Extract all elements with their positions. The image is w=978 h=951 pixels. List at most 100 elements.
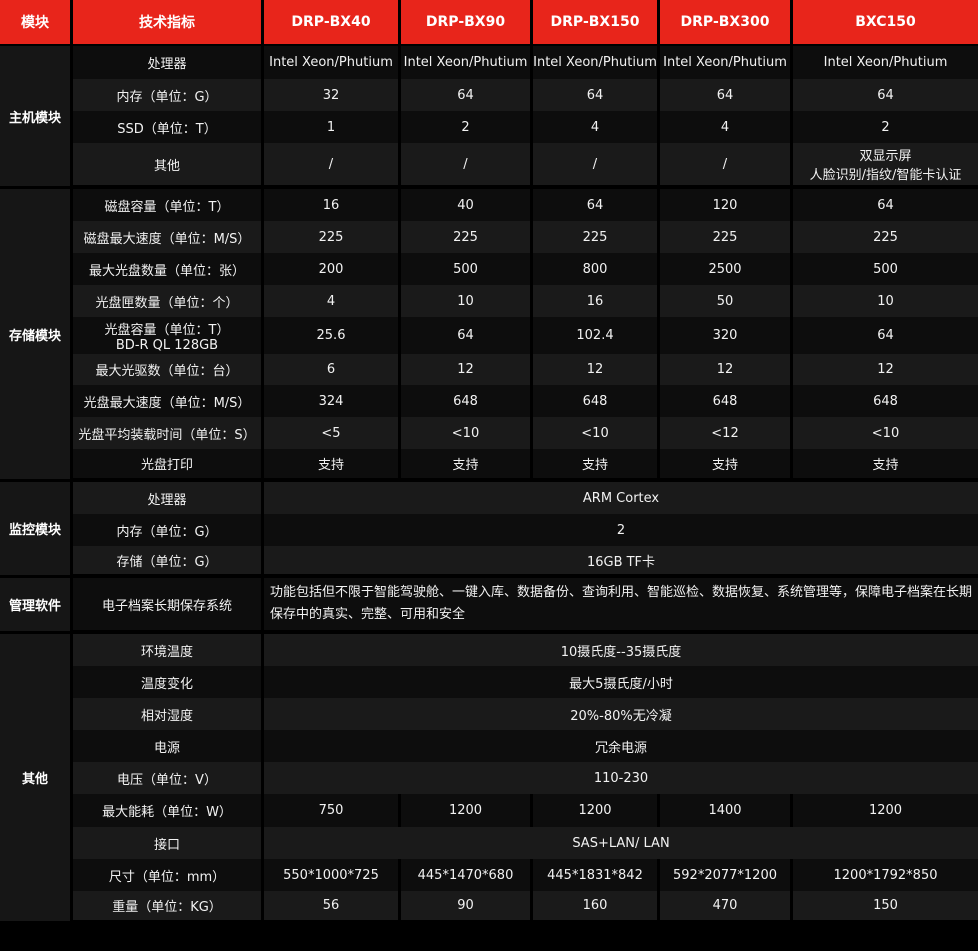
value-cell: 4 [264,285,401,317]
value-cell: / [533,143,660,189]
table-row: 存储模块 磁盘容量（单位：T） 16 40 64 120 64 [0,189,978,482]
value-cell: 12 [401,354,533,385]
value-cell: / [401,143,533,189]
value-cell: 750 [264,794,401,827]
spanning-value-cell: 最大5摄氏度/小时 [264,666,978,698]
spec-label: 尺寸（单位：mm） [73,859,264,891]
value-cell: Intel Xeon/Phutium [660,46,793,79]
value-cell: 64 [793,79,978,111]
value-cell: 500 [401,253,533,285]
table-row: 主机模块 处理器 Intel Xeon/Phutium Intel Xeon/Phut… [0,46,978,189]
value-cell: 120 [660,189,793,221]
spanning-value-cell: 冗余电源 [264,730,978,762]
table-row: 相对湿度 20%-80%无冷凝 [0,698,978,730]
value-cell: 支持 [264,449,401,482]
value-cell: 56 [264,891,401,924]
spec-label: 光盘容量（单位：T） BD-R QL 128GB [73,317,264,354]
spec-table: 模块 技术指标 DRP-BX40 DRP-BX90 DRP-BX150 DRP-… [0,0,978,924]
value-cell: 64 [793,317,978,354]
value-cell: <10 [793,417,978,449]
spec-label: 电源 [73,730,264,762]
module-cell: 存储模块 [0,189,73,482]
value-cell: 12 [533,354,660,385]
table-row: 温度变化 最大5摄氏度/小时 [0,666,978,698]
table-row: 最大光驱数（单位：台） 6 12 12 12 12 [0,354,978,385]
table-row: 光盘容量（单位：T） BD-R QL 128GB 25.6 64 102.4 320 64 [0,317,978,354]
value-cell: 6 [264,354,401,385]
value-cell: Intel Xeon/Phutium [264,46,401,79]
value-cell: 16 [533,285,660,317]
spanning-value-cell: 20%-80%无冷凝 [264,698,978,730]
spec-label: 磁盘容量（单位：T） [73,189,264,221]
spec-label: SSD（单位：T） [73,111,264,143]
spec-label: 内存（单位：G） [73,79,264,111]
value-cell: 648 [793,385,978,417]
value-cell: 4 [660,111,793,143]
value-cell: 592*2077*1200 [660,859,793,891]
spec-label: 电压（单位：V） [73,762,264,794]
table-row: 存储（单位：G） 16GB TF卡 [0,546,978,578]
header-spec: 技术指标 [73,0,264,46]
value-cell: 160 [533,891,660,924]
value-cell: 4 [533,111,660,143]
header-drp-bx150: DRP-BX150 [533,0,660,46]
spec-label: 处理器 [73,482,264,514]
table-row: 管理软件 电子档案长期保存系统 功能包括但不限于智能驾驶舱、一键入库、数据备份、查询… [0,578,978,634]
value-cell: 64 [660,79,793,111]
value-cell: 10 [401,285,533,317]
spec-label: 最大能耗（单位：W） [73,794,264,827]
spanning-value-cell: 110-230 [264,762,978,794]
value-cell: 12 [793,354,978,385]
value-cell: 2500 [660,253,793,285]
table-row: 接口 SAS+LAN/ LAN [0,827,978,859]
value-cell: Intel Xeon/Phutium [533,46,660,79]
value-cell: 648 [401,385,533,417]
value-cell: / [264,143,401,189]
value-cell: 1400 [660,794,793,827]
spec-label: 存储（单位：G） [73,546,264,578]
table-row: 磁盘最大速度（单位：M/S） 225 225 225 225 225 [0,221,978,253]
value-cell: 1 [264,111,401,143]
module-cell: 主机模块 [0,46,73,189]
value-cell: 225 [264,221,401,253]
spec-label: 内存（单位：G） [73,514,264,546]
value-cell: <5 [264,417,401,449]
value-cell: 1200*1792*850 [793,859,978,891]
header-bxc150: BXC150 [793,0,978,46]
value-cell: 64 [401,317,533,354]
value-cell: 225 [660,221,793,253]
value-cell: 支持 [401,449,533,482]
spec-label: 处理器 [73,46,264,79]
spec-label: 光盘平均装载时间（单位：S） [73,417,264,449]
spec-label: 温度变化 [73,666,264,698]
value-cell: 225 [401,221,533,253]
table-row: 最大光盘数量（单位：张） 200 500 800 2500 500 [0,253,978,285]
spec-label: 磁盘最大速度（单位：M/S） [73,221,264,253]
spec-label: 光盘匣数量（单位：个） [73,285,264,317]
value-cell: Intel Xeon/Phutium [401,46,533,79]
value-cell: 12 [660,354,793,385]
module-cell: 监控模块 [0,482,73,578]
spec-label: 光盘最大速度（单位：M/S） [73,385,264,417]
spanning-value-cell: 16GB TF卡 [264,546,978,578]
value-cell: 800 [533,253,660,285]
spec-label: 最大光盘数量（单位：张） [73,253,264,285]
module-cell: 其他 [0,634,73,924]
value-cell: / [660,143,793,189]
table-row: SSD（单位：T） 1 2 4 4 2 [0,111,978,143]
spec-label: 其他 [73,143,264,189]
value-cell: 支持 [793,449,978,482]
value-cell: 1200 [401,794,533,827]
spanning-value-cell: SAS+LAN/ LAN [264,827,978,859]
table-row: 电压（单位：V） 110-230 [0,762,978,794]
value-cell: 16 [264,189,401,221]
value-cell: 102.4 [533,317,660,354]
module-cell: 管理软件 [0,578,73,634]
value-cell: 1200 [793,794,978,827]
value-cell: 200 [264,253,401,285]
value-cell: 支持 [660,449,793,482]
value-cell: 64 [533,79,660,111]
spec-label: 重量（单位：KG） [73,891,264,924]
table-row: 重量（单位：KG） 56 90 160 470 150 [0,891,978,924]
header-drp-bx300: DRP-BX300 [660,0,793,46]
